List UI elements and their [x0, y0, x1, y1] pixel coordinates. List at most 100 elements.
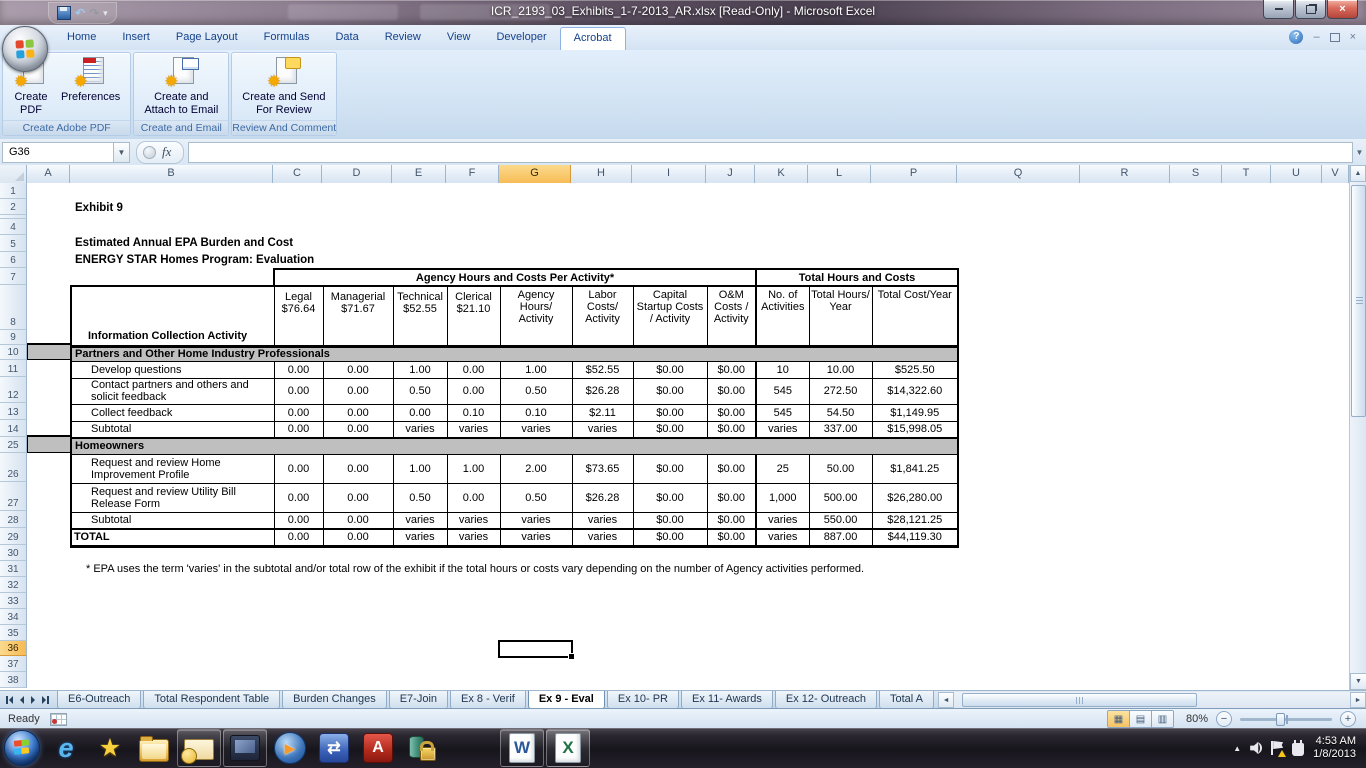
tab-developer[interactable]: Developer [483, 27, 559, 50]
value-cell[interactable]: $1,149.95 [871, 403, 960, 422]
tab-data[interactable]: Data [322, 27, 371, 50]
sheet-tab-e7-join[interactable]: E7-Join [388, 691, 449, 709]
value-cell[interactable]: 0.00 [273, 528, 324, 548]
row-header-13[interactable]: 13 [0, 403, 27, 420]
create-and-send-for-review-button[interactable]: ✹ Create and Send For Review [239, 56, 328, 118]
value-cell[interactable]: $0.00 [632, 453, 708, 484]
row-header-7[interactable]: 7 [0, 268, 27, 285]
value-cell[interactable]: $0.00 [632, 528, 708, 548]
select-all-corner[interactable] [0, 165, 27, 183]
column-header-l[interactable]: L [808, 165, 871, 183]
active-cell-g36[interactable] [498, 640, 575, 660]
value-cell[interactable]: $0.00 [706, 377, 758, 405]
value-cell[interactable]: $2.11 [571, 403, 634, 422]
value-cell[interactable]: $52.55 [571, 360, 634, 379]
value-cell[interactable]: 0.00 [322, 420, 394, 439]
cell-title-exhibit[interactable]: Exhibit 9 [75, 202, 123, 214]
name-box-dropdown-icon[interactable]: ▼ [114, 141, 130, 163]
value-cell[interactable]: 0.10 [446, 403, 501, 422]
workbook-restore-icon[interactable] [1329, 32, 1340, 42]
value-cell[interactable]: $0.00 [632, 420, 708, 439]
value-cell[interactable]: $0.00 [706, 420, 758, 439]
activity-column-header[interactable]: Information Collection Activity [70, 285, 275, 348]
close-button[interactable]: × [1327, 0, 1358, 19]
value-cell[interactable]: $0.00 [706, 453, 758, 484]
value-cell[interactable]: 1.00 [392, 360, 448, 379]
value-cell[interactable]: varies [571, 528, 634, 548]
undo-icon[interactable]: ↶ [75, 5, 85, 21]
page-break-view-icon[interactable]: ▥ [1152, 711, 1173, 727]
workbook-minimize-icon[interactable]: – [1313, 31, 1319, 43]
section-header-cell[interactable]: Partners and Other Home Industry Profess… [69, 345, 960, 362]
value-cell[interactable]: 0.00 [273, 377, 324, 405]
group-header-agency[interactable]: Agency Hours and Costs Per Activity* [272, 268, 758, 287]
value-cell[interactable]: $73.65 [571, 453, 634, 484]
value-cell[interactable]: $15,998.05 [871, 420, 960, 439]
row-header-34[interactable]: 34 [0, 609, 27, 625]
volume-icon[interactable] [1250, 742, 1263, 755]
tab-review[interactable]: Review [372, 27, 434, 50]
value-cell[interactable]: 50.00 [808, 453, 873, 484]
sheet-tab-ex-10-pr[interactable]: Ex 10- PR [606, 691, 679, 709]
value-cell[interactable]: varies [571, 511, 634, 530]
tab-page-layout[interactable]: Page Layout [163, 27, 251, 50]
row-header-11[interactable]: 11 [0, 360, 27, 377]
row-header-30[interactable]: 30 [0, 545, 27, 561]
value-cell[interactable]: $0.00 [632, 482, 708, 513]
tab-view[interactable]: View [434, 27, 484, 50]
tab-acrobat[interactable]: Acrobat [559, 27, 626, 50]
excel-icon[interactable]: X [546, 729, 590, 767]
remote-desktop-icon[interactable] [223, 729, 267, 767]
column-header-p[interactable]: P [871, 165, 957, 183]
column-header-j[interactable]: J [706, 165, 755, 183]
row-header-36[interactable]: 36 [0, 641, 27, 656]
column-header-f[interactable]: F [446, 165, 499, 183]
column-header-c[interactable]: C [273, 165, 322, 183]
value-cell[interactable]: 0.00 [446, 360, 501, 379]
internet-explorer-icon[interactable]: e [45, 730, 87, 766]
column-header-a[interactable]: A [27, 165, 70, 183]
row-header-10[interactable]: 10 [0, 345, 27, 360]
row-header-1[interactable]: 1 [0, 183, 27, 199]
value-cell[interactable]: 0.00 [446, 482, 501, 513]
value-cell[interactable]: 0.00 [273, 360, 324, 379]
value-cell[interactable]: $26.28 [571, 482, 634, 513]
value-cell[interactable]: 0.50 [392, 482, 448, 513]
office-button[interactable] [2, 26, 48, 72]
activity-label-cell[interactable]: Collect feedback [70, 403, 275, 422]
value-cell[interactable]: 0.00 [322, 453, 394, 484]
value-cell[interactable]: 0.00 [273, 403, 324, 422]
sheet-tab-total-a[interactable]: Total A [879, 691, 935, 709]
value-cell[interactable]: $0.00 [632, 377, 708, 405]
zoom-slider-handle[interactable] [1276, 712, 1285, 726]
column-header-cell[interactable]: Clerical $21.10 [446, 285, 501, 348]
row-header-26[interactable]: 26 [0, 453, 27, 482]
minimize-button[interactable] [1263, 0, 1294, 19]
value-cell[interactable]: varies [499, 528, 573, 548]
section-header-cell[interactable]: Homeowners [69, 437, 960, 455]
column-header-v[interactable]: V [1322, 165, 1349, 183]
horizontal-scroll-thumb[interactable] [962, 693, 1198, 707]
value-cell[interactable]: 2.00 [499, 453, 573, 484]
tab-formulas[interactable]: Formulas [251, 27, 323, 50]
name-box[interactable]: G36 [2, 141, 114, 163]
value-cell[interactable]: 0.00 [273, 511, 324, 530]
value-cell[interactable]: $14,322.60 [871, 377, 960, 405]
power-icon[interactable] [1292, 739, 1305, 756]
formula-bar-expand-icon[interactable]: ▼ [1353, 148, 1366, 157]
column-header-cell[interactable]: Agency Hours/ Activity [499, 285, 573, 348]
column-header-b[interactable]: B [70, 165, 273, 183]
value-cell[interactable]: 272.50 [808, 377, 873, 405]
column-header-i[interactable]: I [632, 165, 706, 183]
sheet-tab-ex-11-awards[interactable]: Ex 11- Awards [681, 691, 773, 709]
vertical-scroll-thumb[interactable] [1351, 185, 1366, 417]
column-header-cell[interactable]: Total Cost/Year [871, 285, 960, 348]
cell-title-line2[interactable]: ENERGY STAR Homes Program: Evaluation [75, 254, 314, 266]
value-cell[interactable]: 0.00 [322, 377, 394, 405]
column-header-cell[interactable]: No. of Activities [755, 285, 810, 348]
value-cell[interactable]: $26,280.00 [871, 482, 960, 513]
row-header-12[interactable]: 12 [0, 377, 27, 403]
value-cell[interactable]: 0.00 [273, 453, 324, 484]
acrobat-reader-icon[interactable]: A [357, 730, 399, 766]
value-cell[interactable]: varies [499, 420, 573, 439]
